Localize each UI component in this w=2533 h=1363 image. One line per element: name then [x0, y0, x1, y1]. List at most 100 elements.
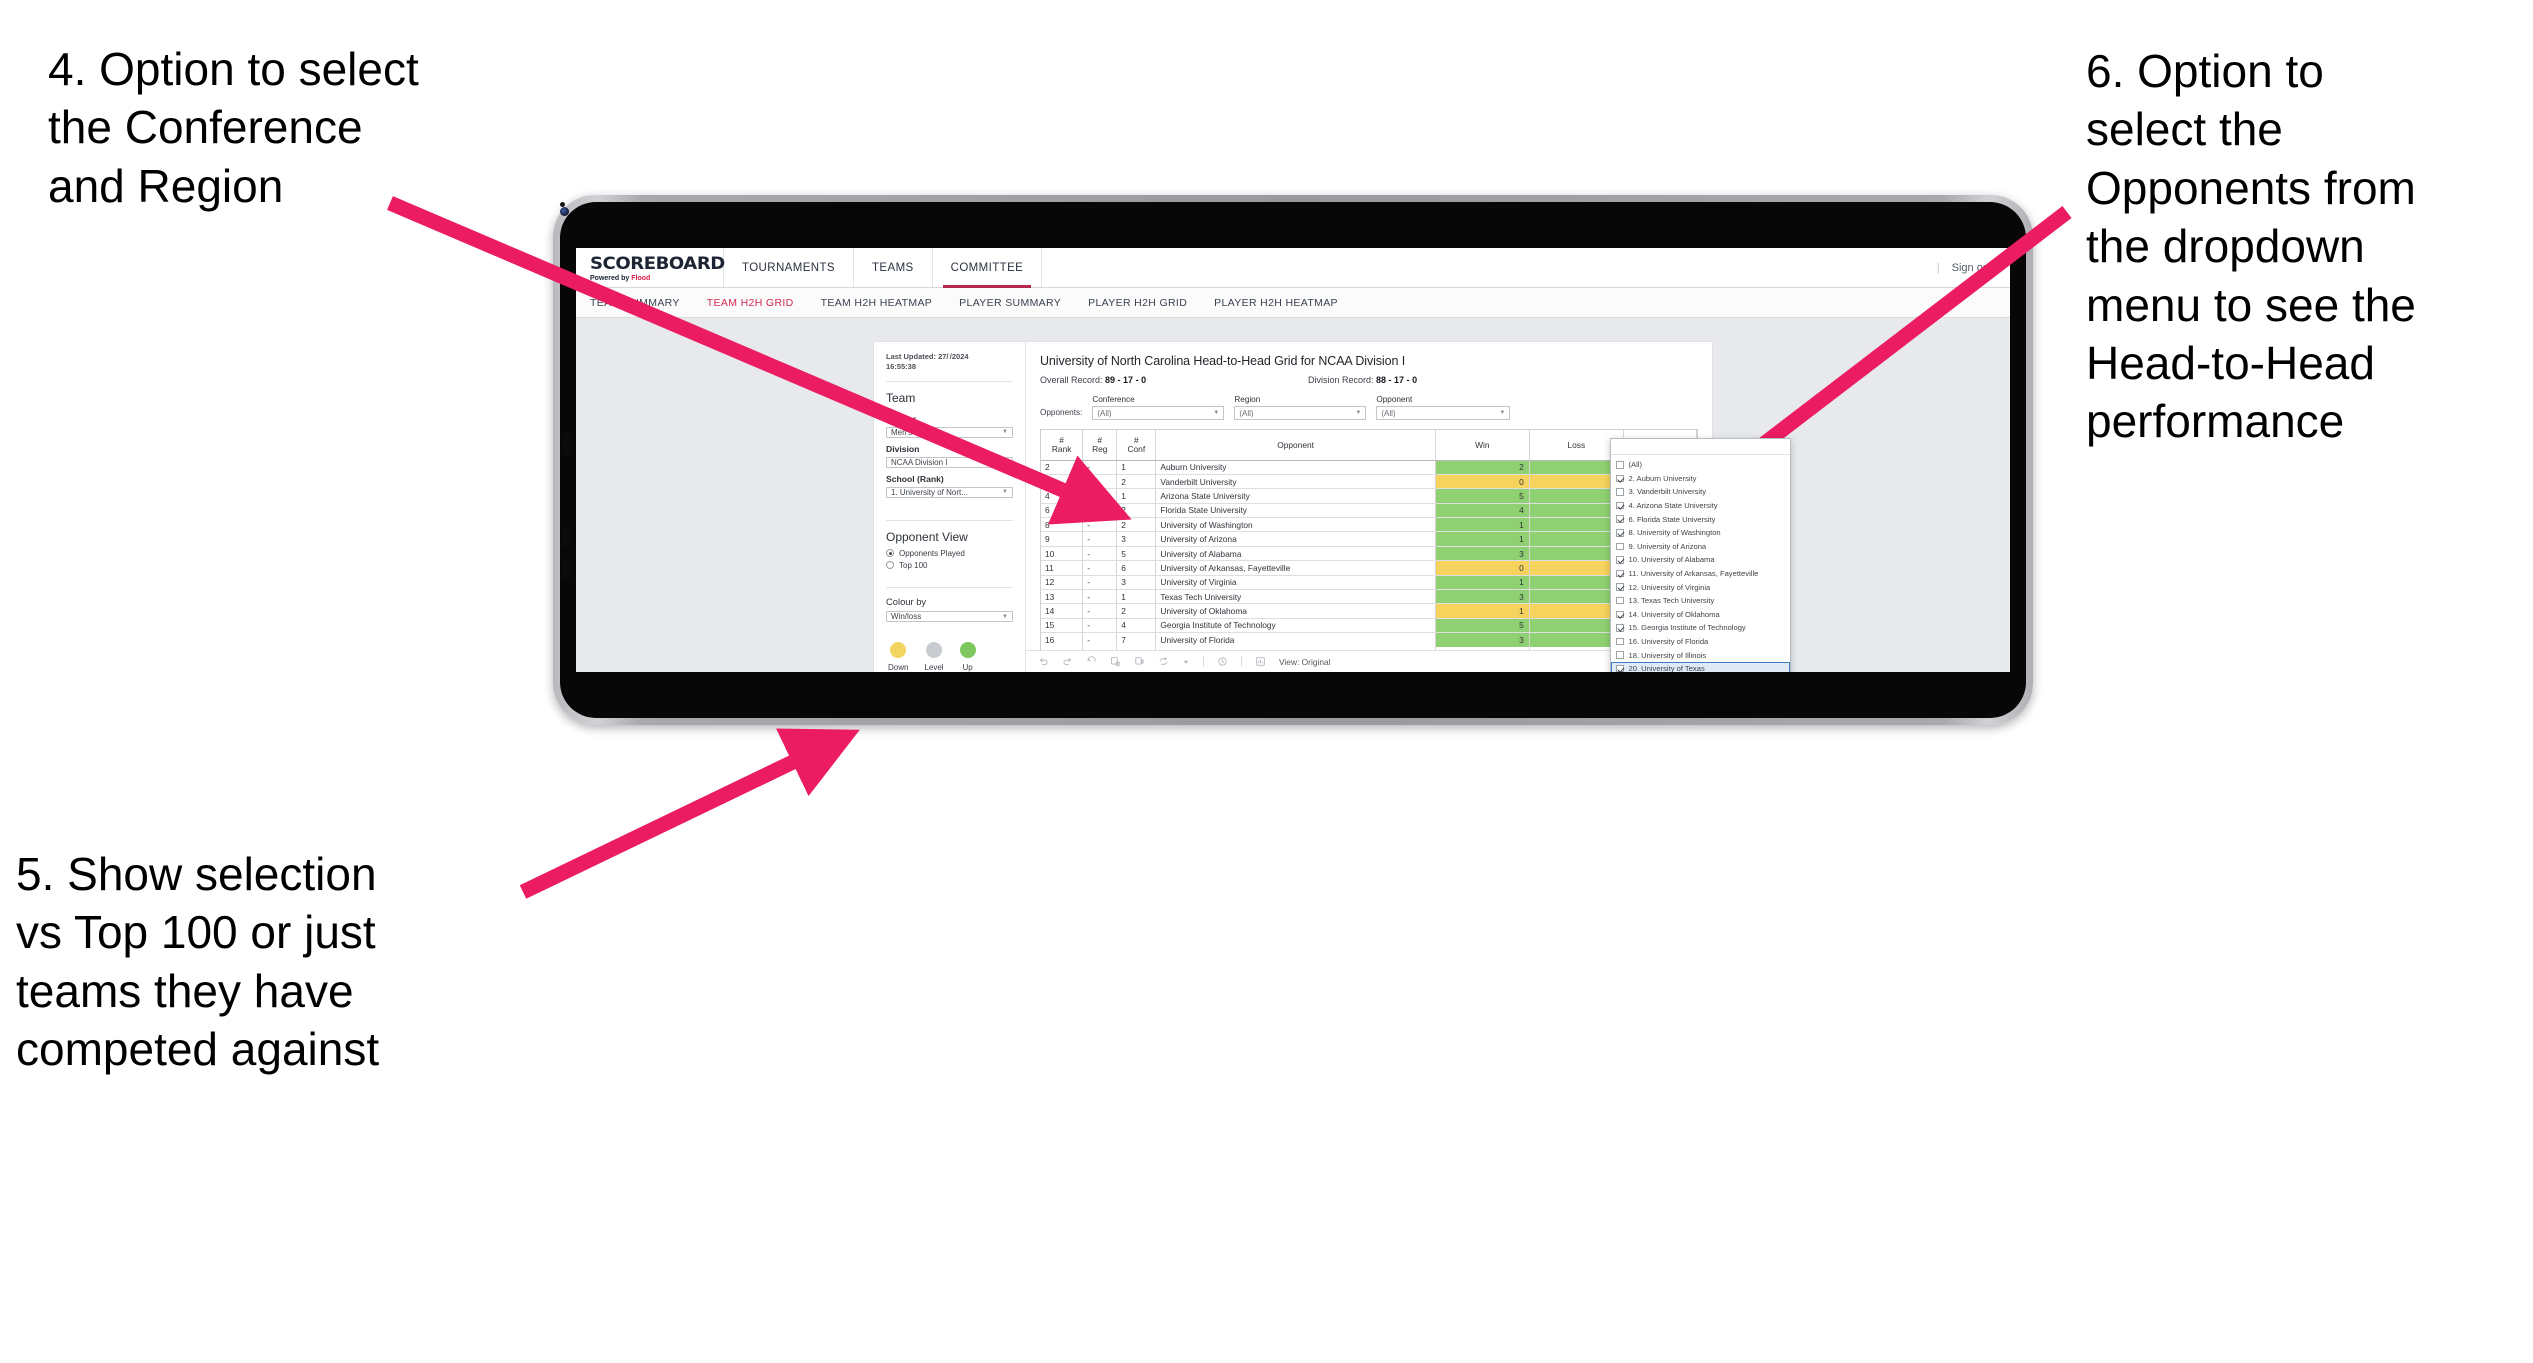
region-select[interactable]: (All) ▼ [1234, 406, 1367, 420]
table-row[interactable]: 6-2Florida State University42 [1041, 503, 1698, 519]
brand-logo[interactable]: SCOREBOARD Powered by Flood [576, 248, 725, 287]
chevron-down-icon[interactable] [1182, 658, 1190, 666]
subnav-item-player-h2h-heatmap[interactable]: PLAYER H2H HEATMAP [1214, 297, 1355, 309]
checkbox-unchecked-icon[interactable] [1616, 637, 1624, 646]
opponent-option[interactable]: 10. University of Alabama [1611, 553, 1790, 567]
opponent-option[interactable]: 20. University of Texas [1611, 661, 1790, 672]
checkbox-unchecked-icon[interactable] [1616, 461, 1624, 469]
cell-win: 5 [1435, 618, 1530, 634]
checkbox-checked-icon[interactable] [1616, 515, 1624, 523]
checkbox-checked-icon[interactable] [1616, 556, 1624, 564]
table-row[interactable]: 12-3University of Virginia10 [1041, 575, 1698, 591]
opponent-label: Opponent [1376, 395, 1413, 404]
table-row[interactable]: 11-6 University of Arkansas, Fayetteville… [1041, 560, 1698, 576]
legend-label-up: Up [962, 663, 973, 672]
subnav-item-team-h2h-heatmap[interactable]: TEAM H2H HEATMAP [821, 297, 950, 309]
opponent-option[interactable]: 12. University of Virginia [1611, 580, 1790, 594]
subnav-item-team-h2h-grid[interactable]: TEAM H2H GRID [707, 297, 811, 309]
table-row[interactable]: 2-1Auburn University21 [1041, 460, 1698, 475]
cell-opponent: University of Oklahoma [1155, 603, 1436, 619]
checkbox-checked-icon[interactable] [1616, 529, 1624, 537]
radio-top-100[interactable]: Top 100 [886, 561, 1013, 570]
checkbox-checked-icon[interactable] [1616, 664, 1624, 672]
subnav-item-team-summary[interactable]: TEAM SUMMARY [590, 297, 697, 309]
opponent-option[interactable]: 14. University of Oklahoma [1611, 608, 1790, 622]
division-select[interactable]: NCAA Division I ▼ [886, 456, 1013, 468]
undo-icon[interactable] [1038, 656, 1049, 667]
checkbox-checked-icon[interactable] [1616, 610, 1624, 619]
opponent-option-list: (All) 2. Auburn University 3. Vanderbilt U… [1611, 455, 1790, 672]
col-rank-line2: Rank [1051, 443, 1072, 454]
radio-opponents-played[interactable]: Opponents Played [886, 549, 1013, 558]
opponent-option[interactable]: 8. University of Washington [1611, 526, 1790, 540]
cell-rank: 14 [1041, 603, 1084, 619]
table-row[interactable]: 4-1Arizona State University51 [1041, 488, 1698, 504]
legend-item-down: Down [888, 642, 908, 672]
cell-opponent: University of Arkansas, Fayetteville [1155, 560, 1436, 576]
table-row[interactable]: 14-2University of Oklahoma12 [1041, 603, 1698, 619]
conference-select[interactable]: (All) ▼ [1092, 406, 1225, 420]
conference-filter: Conference (All) ▼ [1092, 395, 1225, 420]
opponent-select[interactable]: (All) ▼ [1376, 406, 1511, 420]
checkbox-checked-icon[interactable] [1616, 569, 1624, 578]
sign-out-area[interactable]: | Sign out [1937, 248, 2010, 287]
save-icon[interactable] [1110, 656, 1121, 667]
checkbox-unchecked-icon[interactable] [1616, 488, 1624, 496]
checkbox-checked-icon[interactable] [1616, 474, 1624, 483]
checkbox-unchecked-icon[interactable] [1616, 542, 1624, 551]
opponent-option[interactable]: 11. University of Arkansas, Fayetteville [1611, 567, 1790, 581]
subnav-item-player-summary[interactable]: PLAYER SUMMARY [959, 297, 1078, 309]
gender-value: Men's [891, 427, 913, 437]
opponent-option[interactable]: 6. Florida State University [1611, 512, 1790, 526]
table-row[interactable]: 13-1Texas Tech University30 [1041, 589, 1698, 605]
refresh-icon[interactable] [1158, 656, 1169, 667]
opponent-option[interactable]: 15. Georgia Institute of Technology [1611, 621, 1790, 635]
opponent-option-label: 2. Auburn University [1628, 473, 1697, 483]
cell-opponent: University of Virginia [1155, 575, 1436, 591]
pause-icon[interactable] [1134, 656, 1145, 667]
redo-icon[interactable] [1062, 656, 1073, 667]
topnav-item-teams[interactable]: TEAMS [854, 248, 933, 287]
opponent-option[interactable]: 16. University of Florida [1611, 635, 1790, 649]
subnav-item-player-h2h-grid[interactable]: PLAYER H2H GRID [1088, 297, 1204, 309]
gender-select[interactable]: Men's ▼ [886, 426, 1013, 438]
opponent-option-label: 13. Texas Tech University [1628, 596, 1715, 606]
chevron-down-icon: ▼ [1002, 459, 1008, 466]
revert-icon[interactable] [1086, 656, 1097, 667]
table-row[interactable]: 10-5University of Alabama30 [1041, 546, 1698, 562]
history-icon[interactable] [1217, 656, 1228, 667]
cell-opponent: University of Alabama [1155, 546, 1436, 562]
view-label[interactable]: View: Original [1279, 657, 1331, 667]
cell-opponent: Arizona State University [1155, 488, 1436, 504]
opponent-option[interactable]: 4. Arizona State University [1611, 499, 1790, 513]
opponent-option[interactable]: 9. University of Arizona [1611, 540, 1790, 554]
opponent-option[interactable]: 2. Auburn University [1611, 472, 1790, 486]
table-row[interactable]: 9-3University of Arizona10 [1041, 531, 1698, 547]
table-row[interactable]: 3-2Vanderbilt University04 [1041, 474, 1698, 490]
checkbox-unchecked-icon[interactable] [1616, 651, 1624, 659]
table-row[interactable]: 15-4Georgia Institute of Technology50 [1041, 618, 1698, 634]
opponent-option[interactable]: (All) [1611, 458, 1790, 472]
cell-win: 1 [1435, 575, 1530, 591]
topnav-item-tournaments[interactable]: TOURNAMENTS [724, 248, 854, 287]
topnav-item-committee[interactable]: COMMITTEE [933, 248, 1043, 288]
colour-by-select[interactable]: Win/loss ▼ [886, 611, 1013, 623]
checkbox-checked-icon[interactable] [1616, 583, 1624, 591]
col-conf: # Conf [1116, 430, 1157, 461]
table-row[interactable]: 8-2University of Washington10 [1041, 517, 1698, 533]
cell-rank: 12 [1041, 575, 1084, 591]
brand-tagline: Powered by Flood [590, 275, 723, 282]
checkbox-checked-icon[interactable] [1616, 624, 1624, 632]
view-icon[interactable] [1255, 656, 1266, 667]
cell-win: 2 [1435, 460, 1530, 475]
checkbox-unchecked-icon[interactable] [1616, 596, 1624, 605]
col-reg-line2: Reg [1092, 443, 1108, 454]
school-select[interactable]: 1. University of Nort... ▼ [886, 486, 1013, 498]
sign-out-link[interactable]: Sign out [1952, 262, 1992, 274]
opponent-option[interactable]: 3. Vanderbilt University [1611, 485, 1790, 499]
opponent-dropdown-search-input[interactable] [1611, 439, 1790, 455]
checkbox-checked-icon[interactable] [1616, 501, 1624, 510]
opponent-option[interactable]: 18. University of Illinois [1611, 648, 1790, 662]
opponent-option[interactable]: 13. Texas Tech University [1611, 594, 1790, 608]
table-row[interactable]: 16-7University of Florida31 [1041, 632, 1698, 648]
